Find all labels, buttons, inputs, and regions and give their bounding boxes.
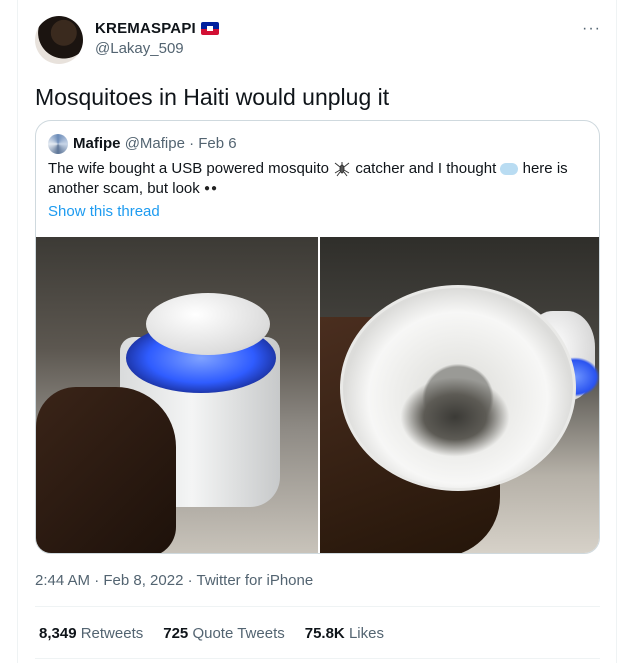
author-display-name[interactable]: KREMASPAPI <box>95 20 196 37</box>
quote-tweets-count: 725 <box>163 625 189 642</box>
quoted-text-part2: catcher and I thought <box>355 160 497 177</box>
author-name-row: KREMASPAPI <box>95 20 219 37</box>
quote-tweets-stat[interactable]: 725 Quote Tweets <box>163 625 284 642</box>
haiti-flag-icon <box>200 22 219 35</box>
quote-tweets-label: Quote Tweets <box>192 625 285 642</box>
likes-stat[interactable]: 75.8K Likes <box>305 625 384 642</box>
retweets-label: Retweets <box>80 625 144 642</box>
photo-caught-mosquitoes[interactable] <box>319 237 599 553</box>
mosquito-icon <box>333 161 351 177</box>
tweet-text: Mosquitoes in Haiti would unplug it <box>35 84 390 110</box>
quoted-header: Mafipe @Mafipe · Feb 6 <box>73 135 237 152</box>
quoted-handle: @Mafipe <box>124 135 185 152</box>
photo-mosquito-trap[interactable] <box>36 237 318 553</box>
quoted-tweet[interactable]: Mafipe @Mafipe · Feb 6 The wife bought a… <box>35 120 600 554</box>
quoted-display-name: Mafipe <box>73 135 121 152</box>
divider <box>35 658 600 659</box>
retweets-stat[interactable]: 8,349 Retweets <box>39 625 143 642</box>
quoted-date: · Feb 6 <box>189 135 237 152</box>
quoted-media <box>36 237 599 553</box>
quoted-avatar <box>48 134 68 154</box>
divider <box>35 606 600 607</box>
dead-mosquitoes-shape <box>399 377 510 457</box>
eyes-icon: ●● <box>203 183 219 195</box>
author-handle[interactable]: @Lakay_509 <box>95 40 184 57</box>
avatar[interactable] <box>35 16 83 64</box>
trap-lid-shape <box>146 293 270 355</box>
engagement-stats: 8,349 Retweets 725 Quote Tweets 75.8K Li… <box>39 625 384 642</box>
quoted-text-part1: The wife bought a USB powered mosquito <box>48 160 329 177</box>
retweets-count: 8,349 <box>39 625 77 642</box>
thought-bubble-icon <box>500 163 519 176</box>
quoted-text: The wife bought a USB powered mosquito c… <box>48 159 588 199</box>
hand-shape <box>36 387 176 553</box>
tweet-timestamp[interactable]: 2:44 AM · Feb 8, 2022 · Twitter for iPho… <box>35 572 313 589</box>
likes-label: Likes <box>348 625 384 642</box>
likes-count: 75.8K <box>304 625 345 642</box>
more-icon[interactable]: ··· <box>582 20 601 38</box>
show-thread-link[interactable]: Show this thread <box>48 203 160 220</box>
